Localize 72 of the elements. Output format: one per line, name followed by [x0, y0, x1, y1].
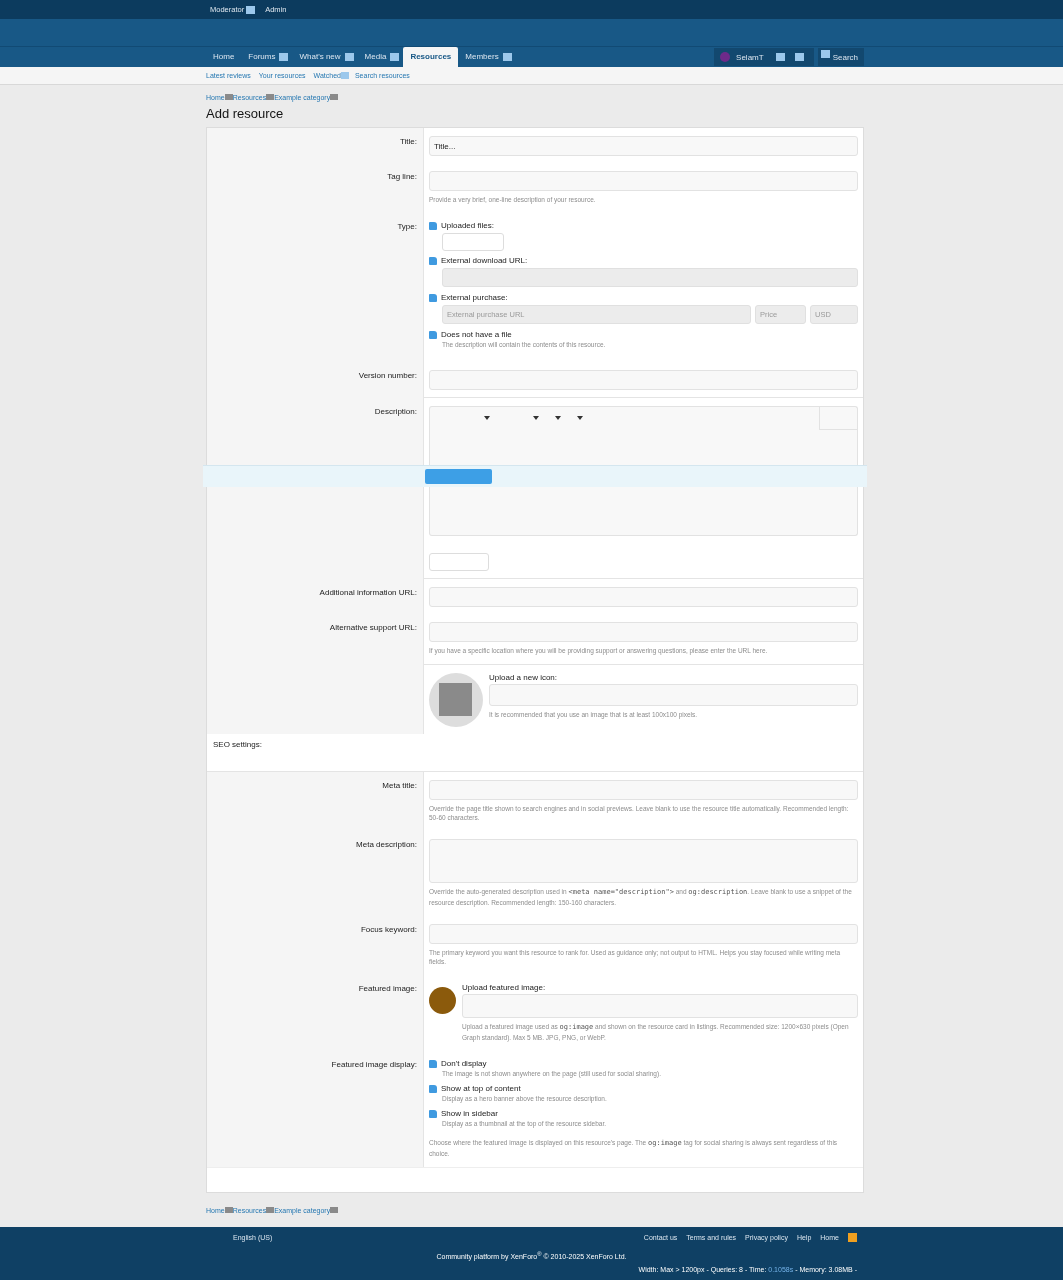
radio-button[interactable]: [429, 330, 437, 339]
input-field[interactable]: Title...: [429, 136, 858, 156]
option-label: Uploaded files:: [441, 221, 494, 231]
input-field[interactable]: [429, 780, 858, 801]
field-label: Focus keyword:: [360, 925, 417, 935]
caret-icon[interactable]: [577, 416, 583, 421]
square-icon[interactable]: [502, 53, 512, 61]
radio-button[interactable]: [429, 1084, 437, 1093]
radio-button[interactable]: [429, 256, 437, 265]
nav-tab[interactable]: Resources: [403, 47, 459, 67]
option-label: Don't display: [441, 1059, 487, 1069]
nav-tab[interactable]: Members: [458, 47, 506, 67]
caret-icon[interactable]: [484, 416, 490, 421]
field-label: Additional information URL:: [319, 588, 417, 598]
field-label: Type:: [397, 222, 417, 232]
nav-tab[interactable]: Home: [206, 47, 242, 67]
option-label: Show in sidebar: [441, 1109, 498, 1119]
upload-field[interactable]: [489, 684, 858, 707]
section-heading: SEO settings:: [213, 740, 262, 750]
input-field[interactable]: [429, 622, 858, 643]
input-field[interactable]: [429, 924, 858, 945]
option-label: External purchase:: [441, 293, 508, 303]
option-label: External download URL:: [441, 256, 528, 266]
page-title: Add resource: [206, 106, 285, 121]
radio-button[interactable]: [429, 1059, 437, 1068]
user-name: SelamT: [736, 52, 764, 62]
square-icon: [330, 94, 339, 100]
caret-icon[interactable]: [533, 416, 539, 421]
field-label: Featured image display:: [331, 1060, 417, 1070]
upload-field[interactable]: [442, 233, 504, 252]
square-icon[interactable]: [279, 53, 289, 61]
square-icon: [794, 53, 804, 61]
upload-field[interactable]: [462, 994, 858, 1019]
avatar-icon: [720, 52, 731, 62]
field-label: Alternative support URL:: [329, 623, 417, 633]
field-label: Meta description:: [356, 840, 417, 850]
radio-button[interactable]: [429, 221, 437, 230]
radio-button[interactable]: [429, 1109, 437, 1118]
search-button[interactable]: Search: [817, 48, 864, 66]
editor-field[interactable]: [429, 406, 858, 466]
input-field[interactable]: [429, 171, 858, 191]
input-field[interactable]: [429, 553, 489, 572]
icon-placeholder: [429, 673, 483, 728]
square-icon: [246, 5, 256, 14]
action-button[interactable]: [425, 469, 492, 485]
caret-icon[interactable]: [555, 416, 561, 421]
input-field[interactable]: [429, 370, 858, 391]
square-icon[interactable]: [390, 53, 400, 61]
option-label: Does not have a file: [441, 330, 512, 340]
square-icon: [266, 1207, 275, 1214]
option-label: Show at top of content: [441, 1084, 521, 1094]
square-icon: [775, 53, 785, 61]
square-icon: [330, 1207, 339, 1214]
input-field[interactable]: [429, 587, 858, 608]
nav-tab[interactable]: Media: [357, 47, 394, 67]
square-icon: [224, 94, 233, 100]
square-icon[interactable]: [848, 1232, 857, 1242]
upload-label: Upload a new icon:: [489, 673, 559, 683]
field-label: Description:: [374, 407, 417, 417]
field-label: Featured image:: [358, 984, 417, 994]
square-icon: [224, 1207, 233, 1214]
square-icon[interactable]: [344, 53, 354, 61]
nav-tab[interactable]: What's new: [292, 47, 348, 67]
field-label: Title:: [399, 137, 417, 146]
radio-button[interactable]: [429, 293, 437, 302]
field-label: Version number:: [358, 371, 417, 381]
user-menu[interactable]: SelamT: [714, 48, 814, 66]
nav-tab[interactable]: Forums: [241, 47, 283, 67]
field-label: Meta title:: [382, 781, 417, 791]
square-icon: [266, 94, 275, 100]
field-label: Tag line:: [387, 172, 417, 181]
upload-label: Upload featured image:: [462, 983, 547, 993]
